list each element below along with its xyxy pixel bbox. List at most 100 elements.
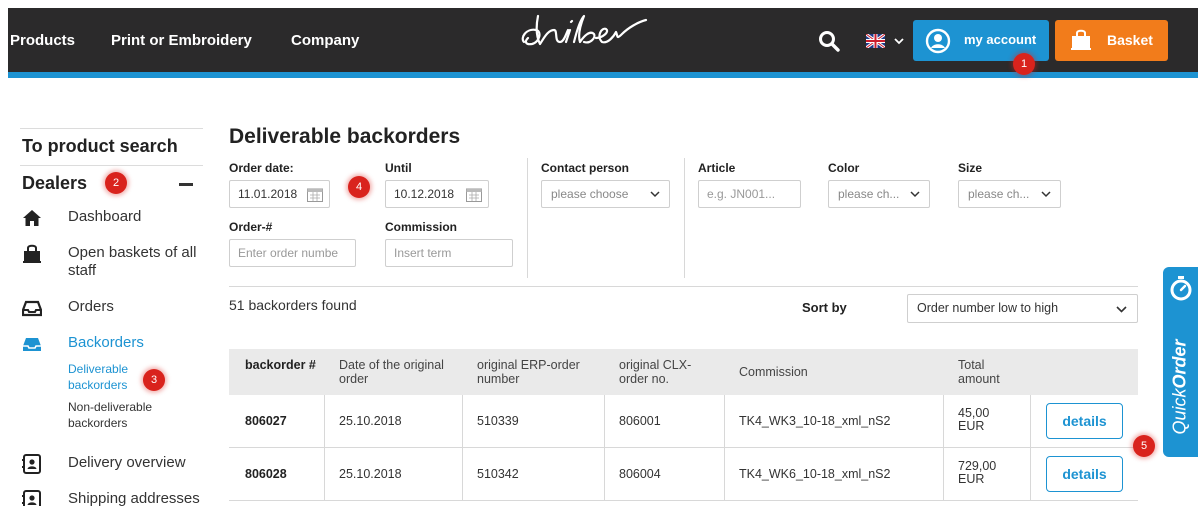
column-divider	[1030, 448, 1031, 500]
size-select[interactable]: please ch...	[958, 180, 1061, 208]
column-header-order-date[interactable]: Date of the original order	[339, 358, 449, 386]
contact-person-label: Contact person	[541, 161, 630, 175]
commission-placeholder: Insert term	[394, 246, 452, 260]
page-title: Deliverable backorders	[229, 125, 461, 148]
column-divider	[462, 395, 463, 447]
contact-person-select[interactable]: please choose	[541, 180, 670, 208]
sidebar-item-label: Orders	[68, 298, 114, 315]
sidebar-item-label: Delivery overview	[68, 454, 186, 471]
order-date-input[interactable]: 11.01.2018	[229, 180, 330, 208]
until-label: Until	[385, 161, 412, 175]
filter-divider	[684, 158, 685, 278]
column-divider	[324, 448, 325, 500]
cell-commission: TK4_WK3_10-18_xml_nS2	[739, 414, 891, 428]
inbox-icon	[23, 338, 41, 351]
column-divider	[1030, 395, 1031, 447]
order-number-input[interactable]: Enter order numbe	[229, 239, 356, 267]
chevron-down-icon	[894, 38, 904, 45]
commission-label: Commission	[385, 220, 458, 234]
cell-clx-number: 806001	[619, 414, 661, 428]
column-header-erp-number[interactable]: original ERP-order number	[477, 358, 597, 386]
inbox-icon	[22, 300, 42, 317]
contact-person-value: please choose	[551, 187, 629, 201]
chevron-down-icon	[910, 191, 920, 198]
until-date-value: 10.12.2018	[394, 187, 455, 201]
sort-value: Order number low to high	[917, 301, 1059, 315]
cell-order-date: 25.10.2018	[339, 467, 402, 481]
search-icon[interactable]	[818, 30, 840, 52]
until-date-input[interactable]: 10.12.2018	[385, 180, 489, 208]
column-divider	[724, 395, 725, 447]
cell-clx-number: 806004	[619, 467, 661, 481]
contact-card-icon	[22, 490, 41, 506]
size-label: Size	[958, 161, 983, 175]
column-header-clx-number[interactable]: original CLX-order no.	[619, 358, 714, 386]
stopwatch-icon	[1170, 276, 1192, 301]
column-header-backorder[interactable]: backorder #	[245, 358, 325, 372]
details-button[interactable]: details	[1046, 403, 1123, 439]
cell-order-date: 25.10.2018	[339, 414, 402, 428]
column-divider	[604, 448, 605, 500]
article-input[interactable]: e.g. JN001...	[698, 180, 801, 208]
cell-erp-number: 510342	[477, 467, 519, 481]
article-label: Article	[698, 161, 736, 175]
annotation-marker-5: 5	[1133, 435, 1155, 457]
column-divider	[324, 395, 325, 447]
sidebar-item-label: Open baskets of all staff	[68, 244, 197, 279]
contact-card-icon	[22, 454, 41, 474]
table-row[interactable]: 806027 25.10.2018 510339 806001 TK4_WK3_…	[229, 395, 1138, 448]
annotation-marker-4: 4	[348, 176, 370, 198]
commission-input[interactable]: Insert term	[385, 239, 513, 267]
sort-select[interactable]: Order number low to high	[907, 294, 1138, 323]
filter-bottom-divider	[229, 286, 1138, 287]
nav-link-company[interactable]: Company	[291, 32, 359, 49]
color-label: Color	[828, 161, 860, 175]
language-selector[interactable]	[866, 33, 908, 51]
sidebar-subitem-deliverable-backorders[interactable]: Deliverable backorders	[68, 361, 148, 393]
size-value: please ch...	[968, 187, 1030, 201]
column-divider	[943, 448, 944, 500]
color-select[interactable]: please ch...	[828, 180, 930, 208]
sidebar-subitem-non-deliverable-backorders[interactable]: Non-deliverable backorders	[68, 399, 178, 431]
details-button[interactable]: details	[1046, 456, 1123, 492]
annotation-marker-2: 2	[105, 172, 127, 194]
cell-erp-number: 510339	[477, 414, 519, 428]
my-account-label: my account	[964, 32, 1037, 47]
nav-link-products[interactable]: Products	[10, 32, 75, 49]
cell-backorder-number: 806027	[245, 414, 287, 428]
table-row[interactable]: 806028 25.10.2018 510342 806004 TK4_WK6_…	[229, 448, 1138, 501]
product-search-link[interactable]: To product search	[22, 136, 178, 157]
sort-by-label: Sort by	[802, 300, 847, 315]
basket-label: Basket	[1107, 32, 1153, 48]
order-date-label: Order date:	[229, 161, 294, 175]
chevron-down-icon	[1116, 306, 1127, 313]
quick-order-label: QuickOrder	[1170, 339, 1191, 434]
column-header-total-amount[interactable]: Total amount	[958, 358, 1018, 386]
quick-order-tab[interactable]: QuickOrder	[1163, 267, 1198, 457]
calendar-icon[interactable]	[307, 187, 323, 202]
cell-commission: TK4_WK6_10-18_xml_nS2	[739, 467, 891, 481]
nav-link-print-embroidery[interactable]: Print or Embroidery	[111, 32, 252, 49]
quick-order-prefix: Quick	[1169, 388, 1190, 435]
sidebar-divider	[20, 165, 203, 166]
calendar-icon[interactable]	[466, 187, 482, 202]
article-placeholder: e.g. JN001...	[707, 187, 776, 201]
sidebar-divider	[20, 128, 203, 129]
daiber-logo[interactable]	[518, 12, 648, 58]
order-number-label: Order-#	[229, 220, 273, 234]
user-icon	[925, 28, 951, 54]
basket-icon	[23, 244, 41, 263]
sidebar-item-label: Shipping addresses	[68, 490, 200, 506]
column-divider	[604, 395, 605, 447]
annotation-marker-1: 1	[1013, 53, 1035, 75]
collapse-section-icon[interactable]	[179, 183, 193, 186]
annotation-marker-3: 3	[143, 369, 165, 391]
column-divider	[462, 448, 463, 500]
chevron-down-icon	[1041, 191, 1051, 198]
uk-flag-icon	[866, 34, 885, 48]
column-header-commission[interactable]: Commission	[739, 365, 859, 379]
basket-button[interactable]: Basket	[1055, 20, 1168, 61]
filter-divider	[527, 158, 528, 278]
table-header: backorder # Date of the original order o…	[229, 349, 1138, 395]
order-date-value: 11.01.2018	[238, 187, 298, 201]
